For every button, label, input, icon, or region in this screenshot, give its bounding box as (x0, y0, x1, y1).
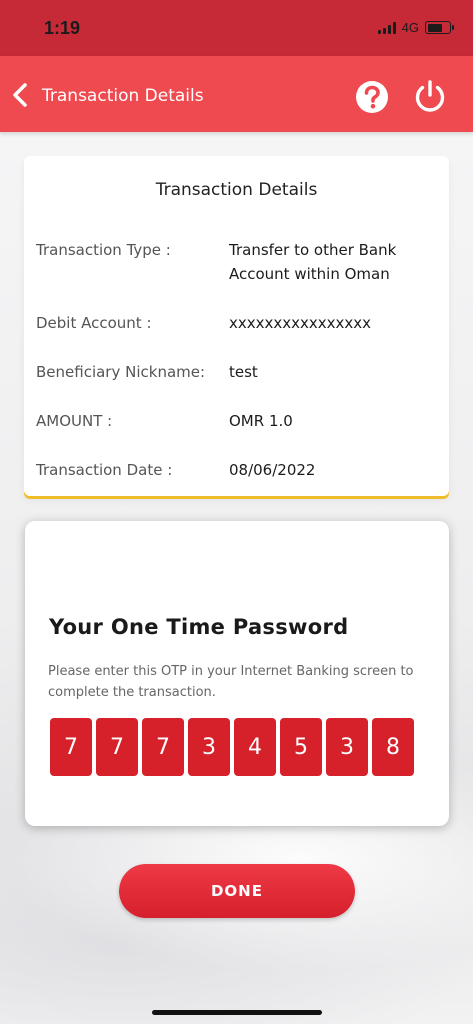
details-title: Transaction Details (155, 180, 318, 200)
home-indicator[interactable] (152, 1010, 322, 1015)
signal-icon (377, 21, 396, 34)
app-header: Transaction Details (0, 56, 473, 132)
power-icon (415, 80, 445, 112)
header-title: Transaction Details (42, 86, 204, 106)
row-value: OMR 1.0 (229, 412, 293, 430)
otp-digit: 7 (96, 718, 138, 776)
otp-digit: 7 (50, 718, 92, 776)
battery-icon (425, 21, 454, 34)
done-button[interactable]: DONE (119, 864, 355, 918)
row-value: Transfer to other Bank Account within Om… (229, 241, 397, 283)
otp-card: Your One Time Password Please enter this… (25, 521, 449, 826)
status-time: 1:19 (44, 18, 81, 38)
back-button[interactable] (12, 82, 36, 108)
row-label: AMOUNT : (36, 412, 113, 430)
otp-digit: 3 (188, 718, 230, 776)
row-value: xxxxxxxxxxxxxxxx (229, 314, 372, 332)
otp-digit: 8 (372, 718, 414, 776)
status-indicators: 4G (377, 20, 454, 35)
help-icon (356, 81, 388, 113)
otp-digit: 7 (142, 718, 184, 776)
transaction-details-card: Transaction Details Transaction Type : T… (24, 156, 449, 496)
row-value: 08/06/2022 (229, 461, 316, 479)
otp-heading: Your One Time Password (49, 615, 349, 639)
chevron-left-icon (13, 83, 27, 107)
otp-digit: 3 (326, 718, 368, 776)
row-label: Beneficiary Nickname: (36, 363, 206, 381)
help-button[interactable] (355, 80, 389, 114)
otp-digits: 7 7 7 3 4 5 3 8 (50, 718, 414, 776)
logout-button[interactable] (412, 78, 448, 114)
row-label: Debit Account : (36, 314, 152, 332)
status-bar: 1:19 4G (0, 0, 473, 56)
otp-instruction: Please enter this OTP in your Internet B… (48, 664, 414, 700)
row-value: test (229, 363, 258, 381)
network-type: 4G (401, 20, 419, 35)
otp-digit: 4 (234, 718, 276, 776)
otp-digit: 5 (280, 718, 322, 776)
row-label: Transaction Type : (36, 241, 171, 259)
row-label: Transaction Date : (36, 461, 173, 479)
